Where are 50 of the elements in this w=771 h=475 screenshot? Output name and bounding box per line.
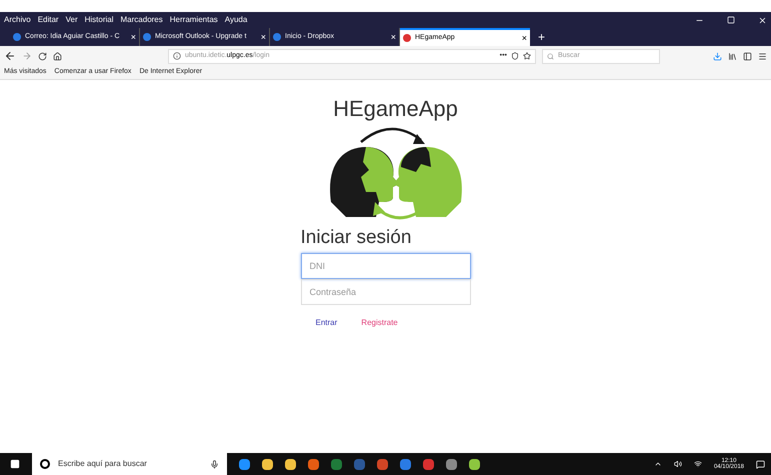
info-icon	[173, 52, 181, 60]
home-icon[interactable]	[53, 52, 62, 60]
shield-icon[interactable]	[511, 52, 519, 60]
taskbar-app-icon[interactable]	[285, 458, 296, 470]
cortana-icon	[40, 459, 50, 469]
menu-item[interactable]: Ver	[66, 16, 78, 24]
bookmark-star-icon[interactable]	[523, 52, 531, 60]
menu-item[interactable]: Historial	[84, 16, 114, 24]
taskbar-app-icon[interactable]	[469, 458, 480, 470]
tab-close[interactable]: ×	[260, 32, 266, 42]
maximize-icon[interactable]	[727, 16, 735, 24]
volume-icon[interactable]	[674, 460, 682, 468]
taskbar-search-field[interactable]: Escribe aquí para buscar	[32, 453, 227, 475]
favicon-icon	[13, 33, 21, 41]
microphone-icon	[210, 460, 219, 468]
library-icon[interactable]	[728, 52, 737, 60]
login-heading: Iniciar sesión	[300, 228, 412, 247]
taskbar-app-icon[interactable]	[239, 458, 250, 470]
menu-item[interactable]: Ayuda	[224, 16, 248, 24]
taskbar-app-icon[interactable]	[308, 458, 319, 470]
sidebar-icon[interactable]	[743, 52, 752, 60]
close-icon[interactable]	[758, 16, 767, 24]
app-title: HEgameApp	[333, 98, 458, 120]
menu-item[interactable]: Archivo	[4, 16, 31, 24]
taskbar-app-icon[interactable]	[400, 458, 411, 470]
favicon-icon	[273, 33, 281, 41]
tab-close[interactable]: ×	[522, 34, 527, 42]
menu-item[interactable]: Marcadores	[120, 16, 163, 24]
tab-close[interactable]: ×	[390, 32, 396, 42]
favicon-icon	[143, 33, 151, 41]
start-icon[interactable]	[10, 459, 20, 469]
notifications-icon[interactable]	[756, 460, 765, 468]
menu-icon[interactable]	[758, 52, 767, 60]
download-icon[interactable]	[713, 52, 722, 60]
forward-icon[interactable]	[22, 51, 32, 61]
menu-item[interactable]: Editar	[38, 16, 59, 24]
new-tab-button[interactable]: +	[538, 31, 546, 43]
menu-item[interactable]: Herramientas	[170, 16, 218, 24]
tab-close[interactable]: ×	[130, 32, 136, 42]
back-icon[interactable]	[4, 50, 16, 62]
reload-icon[interactable]	[38, 52, 47, 60]
chevron-up-icon[interactable]	[654, 460, 662, 468]
search-icon	[547, 52, 554, 60]
wifi-icon[interactable]	[694, 460, 702, 468]
taskbar-app-icon[interactable]	[262, 458, 273, 470]
input-field[interactable]: DNI	[300, 253, 470, 279]
link[interactable]: Entrar	[316, 317, 338, 329]
link[interactable]: Registrate	[361, 317, 398, 329]
favicon-icon	[403, 34, 411, 42]
taskbar-app-icon[interactable]	[446, 458, 457, 470]
